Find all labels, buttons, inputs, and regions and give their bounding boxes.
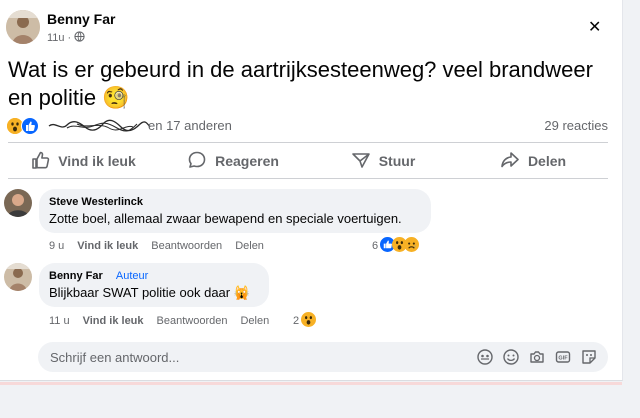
weary-cat-emoji: 🙀 <box>233 285 250 300</box>
post-action-bar: Vind ik leuk Reageren Stuur Delen <box>8 146 608 176</box>
post-card: Benny Far 11u · ✕ Wat is er gebeurd in d… <box>0 0 623 381</box>
comment-reactions[interactable]: 6 <box>372 237 420 255</box>
close-icon[interactable]: ✕ <box>588 20 601 36</box>
emoji-icon[interactable] <box>502 348 520 366</box>
comment-text: Blijkbaar SWAT politie ook daar 🙀 <box>49 285 250 300</box>
post-author-name[interactable]: Benny Far <box>47 11 115 27</box>
reply-tools: GIF <box>476 348 598 366</box>
comment-actions: 11 u Vind ik leuk Beantwoorden Delen <box>49 315 269 327</box>
wow-reaction-icon <box>301 312 317 330</box>
svg-text:GIF: GIF <box>558 356 568 362</box>
reply-placeholder: Schrijf een antwoord... <box>50 350 180 365</box>
comment-share-button[interactable]: Delen <box>240 315 269 327</box>
post-text: Wat is er gebeurd in de aartrijksesteenw… <box>8 57 593 110</box>
comment-like-button[interactable]: Vind ik leuk <box>77 240 138 252</box>
author-avatar[interactable] <box>6 10 40 44</box>
comment-reply-button[interactable]: Beantwoorden <box>157 315 228 327</box>
send-button[interactable]: Stuur <box>308 146 458 176</box>
commenter-avatar[interactable] <box>4 189 32 217</box>
speech-bubble-icon <box>187 150 207 173</box>
monocle-face-emoji: 🧐 <box>102 85 130 110</box>
comment-time[interactable]: 9 u <box>49 240 64 252</box>
share-button[interactable]: Delen <box>458 146 608 176</box>
reactions-summary[interactable]: en 17 anderen 29 reacties <box>6 117 608 135</box>
thumbs-up-icon <box>30 150 50 173</box>
send-icon <box>351 150 371 173</box>
comment-reply-button[interactable]: Beantwoorden <box>151 240 222 252</box>
divider-bottom <box>8 178 608 179</box>
comment-like-button[interactable]: Vind ik leuk <box>83 315 144 327</box>
divider-top <box>8 142 608 143</box>
comment-text: Zotte boel, allemaal zwaar bewapend en s… <box>49 211 402 226</box>
bottom-strip <box>0 382 622 385</box>
author-reply-avatar[interactable] <box>4 263 32 291</box>
reply-input[interactable]: Schrijf een antwoord... GIF <box>38 342 608 372</box>
like-reaction-icon <box>21 117 39 135</box>
globe-icon <box>74 31 85 45</box>
post-time[interactable]: 11u <box>47 32 65 44</box>
author-badge: Auteur <box>115 270 149 282</box>
comment-author[interactable]: Steve Westerlinck <box>49 196 421 208</box>
comment-reactions[interactable]: 2 <box>293 312 317 330</box>
post-meta: 11u · <box>47 31 85 45</box>
avatar-sticker-icon[interactable] <box>476 348 494 366</box>
comment-author[interactable]: Benny Far <box>49 270 103 282</box>
comment-time[interactable]: 11 u <box>49 315 70 327</box>
sad-reaction-icon <box>404 237 420 255</box>
reaction-icons <box>6 117 39 135</box>
comment-actions: 9 u Vind ik leuk Beantwoorden Delen <box>49 240 264 252</box>
reaction-count[interactable]: 29 reacties <box>544 118 608 133</box>
comment-button[interactable]: Reageren <box>158 146 308 176</box>
comment-bubble: Steve Westerlinck Zotte boel, allemaal z… <box>39 189 431 233</box>
camera-icon[interactable] <box>528 348 546 366</box>
comment-share-button[interactable]: Delen <box>235 240 264 252</box>
redacted-names-scribble <box>48 119 151 132</box>
share-arrow-icon <box>500 150 520 173</box>
reaction-names[interactable]: en 17 anderen <box>148 118 232 133</box>
comment-bubble: Benny Far Auteur Blijkbaar SWAT politie … <box>39 263 269 307</box>
sticker-icon[interactable] <box>580 348 598 366</box>
gif-icon[interactable]: GIF <box>554 348 572 366</box>
like-button[interactable]: Vind ik leuk <box>8 146 158 176</box>
